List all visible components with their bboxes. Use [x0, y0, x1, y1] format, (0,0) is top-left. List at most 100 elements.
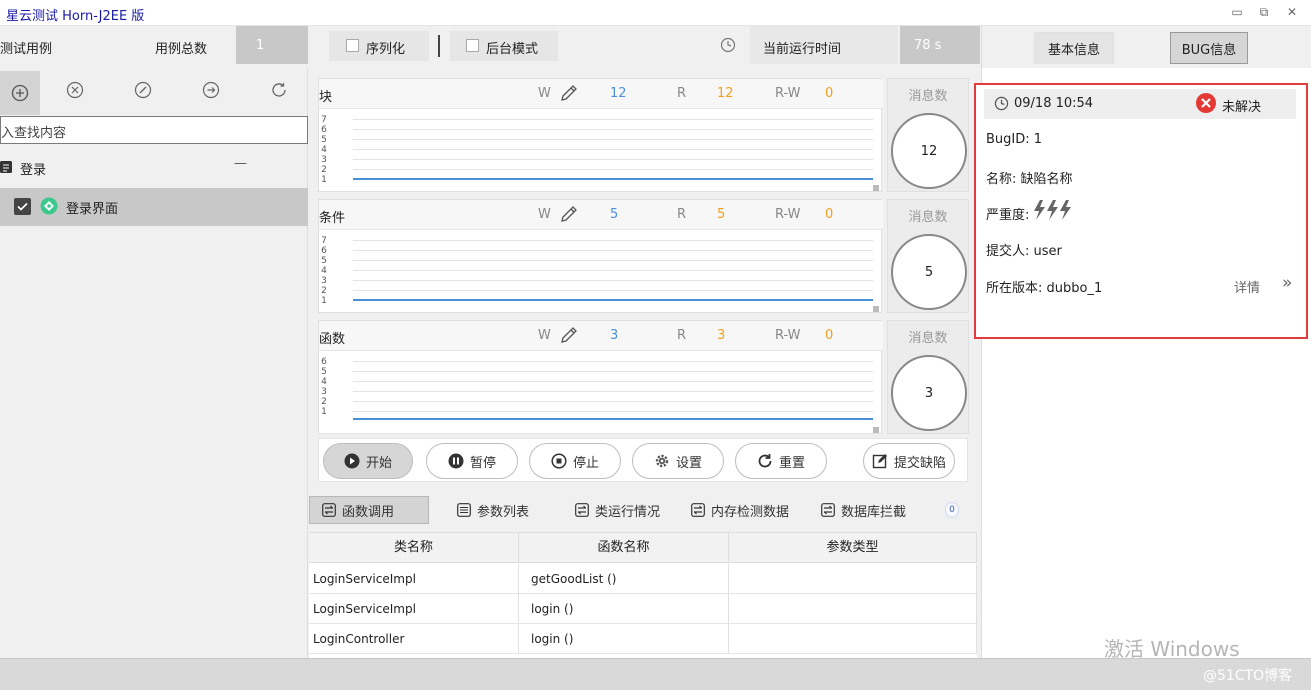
tabs-overflow-badge[interactable]: 0: [945, 502, 959, 518]
w-label: W: [538, 207, 551, 222]
clock-icon: [994, 96, 1009, 111]
gridline: [353, 270, 873, 271]
bug-severity-label: 严重度:: [986, 208, 1030, 223]
tab-parameter-list[interactable]: 参数列表: [445, 496, 541, 524]
list-icon: [0, 160, 12, 174]
case-total-value-box: 1: [236, 26, 308, 64]
serialize-label: 序列化: [366, 42, 406, 57]
table-cell[interactable]: [729, 594, 977, 624]
pause-button[interactable]: 暂停: [426, 443, 518, 479]
collapse-group-button[interactable]: —: [234, 156, 247, 171]
swap-icon: [575, 503, 589, 517]
separator: [438, 35, 440, 57]
w-value: 3: [610, 328, 619, 343]
submit-bug-button[interactable]: 提交缺陷: [863, 443, 955, 479]
gridline: [353, 280, 873, 281]
stop-button[interactable]: 停止: [529, 443, 621, 479]
bug-time: 09/18 10:54: [1014, 96, 1094, 111]
background-mode-checkbox[interactable]: [466, 39, 479, 52]
runtime-value: 78 s: [914, 38, 942, 53]
bug-submitter-label: 提交人:: [986, 244, 1030, 259]
rw-value: 0: [825, 86, 834, 101]
tab-memory-data[interactable]: 内存检测数据: [679, 496, 801, 524]
resize-grip[interactable]: [873, 185, 879, 191]
edit-circle-icon: [134, 81, 152, 99]
tab-class-status[interactable]: 类运行情况: [563, 496, 672, 524]
column-header-param-type[interactable]: 参数类型: [729, 533, 977, 563]
table-cell[interactable]: [729, 564, 977, 594]
table-cell[interactable]: login (): [519, 594, 729, 624]
refresh-cases-button[interactable]: [259, 68, 299, 112]
bug-submitter-value: user: [1033, 244, 1062, 259]
close-button[interactable]: ✕: [1283, 4, 1301, 20]
info-pane: 基本信息 BUG信息 09/18 10:54 未解决 BugID: 1 名称: …: [974, 26, 1311, 658]
chevron-double-right-icon[interactable]: »: [1282, 273, 1292, 293]
blocks-panel: 块 W 12 R 12 R-W 0 7654321: [318, 78, 883, 192]
pencil-icon[interactable]: [559, 325, 579, 345]
search-input[interactable]: 入查找内容: [0, 116, 308, 144]
tree-group-login[interactable]: 登录: [20, 159, 46, 178]
tree-item-login-screen[interactable]: 登录界面: [0, 188, 308, 226]
resize-grip[interactable]: [873, 427, 879, 433]
bug-detail-link[interactable]: 详情: [1234, 277, 1260, 296]
table-cell[interactable]: LoginServiceImpl: [309, 594, 519, 624]
message-count-label: 消息数: [908, 89, 948, 104]
panel-title: 块: [319, 90, 333, 105]
r-value: 5: [717, 207, 726, 222]
case-total-label: 用例总数: [155, 42, 208, 57]
status-bar: @51CTO博客: [0, 658, 1311, 690]
rw-label: R-W: [775, 207, 801, 222]
tab-function-calls[interactable]: 函数调用: [309, 496, 429, 524]
r-value: 12: [717, 86, 734, 101]
start-button[interactable]: 开始: [323, 443, 413, 479]
tab-bug-info[interactable]: BUG信息: [1170, 32, 1248, 64]
add-icon: [11, 84, 29, 102]
add-case-button[interactable]: [0, 71, 40, 115]
gridline: [353, 290, 873, 291]
settings-button[interactable]: 设置: [632, 443, 724, 479]
serialize-option[interactable]: 序列化: [329, 31, 429, 61]
table-cell[interactable]: LoginController: [309, 624, 519, 654]
runtime-label: 当前运行时间: [763, 42, 842, 57]
tab-basic-info[interactable]: 基本信息: [1034, 32, 1114, 64]
table-cell[interactable]: [729, 624, 977, 654]
message-count-circle: 5: [891, 234, 967, 310]
series-line: [353, 299, 873, 301]
table-cell[interactable]: getGoodList (): [519, 564, 729, 594]
serialize-checkbox[interactable]: [346, 39, 359, 52]
functions-panel: 函数 W 3 R 3 R-W 0 654321: [318, 320, 883, 434]
rw-label: R-W: [775, 328, 801, 343]
pencil-icon[interactable]: [559, 204, 579, 224]
resize-grip[interactable]: [873, 306, 879, 312]
column-header-function[interactable]: 函数名称: [519, 533, 729, 563]
conditions-message-count: 消息数 5: [887, 199, 969, 313]
column-header-class[interactable]: 类名称: [309, 533, 519, 563]
gridline: [353, 129, 873, 130]
w-label: W: [538, 328, 551, 343]
reset-button[interactable]: 重置: [735, 443, 827, 479]
pause-icon: [448, 453, 464, 469]
background-mode-option[interactable]: 后台模式: [450, 31, 558, 61]
pencil-icon[interactable]: [559, 83, 579, 103]
bug-card[interactable]: 09/18 10:54 未解决 BugID: 1 名称: 缺陷名称 严重度: 提…: [974, 83, 1308, 339]
table-cell[interactable]: login (): [519, 624, 729, 654]
conditions-panel: 条件 W 5 R 5 R-W 0 7654321: [318, 199, 883, 313]
restore-button[interactable]: ⧉: [1255, 4, 1273, 20]
swap-icon: [821, 503, 835, 517]
message-count-circle: 12: [891, 113, 967, 189]
delete-case-button[interactable]: [55, 68, 95, 112]
checked-checkbox[interactable]: [14, 198, 31, 215]
bug-name-value: 缺陷名称: [1020, 172, 1073, 187]
table-cell[interactable]: LoginServiceImpl: [309, 564, 519, 594]
bug-version-label: 所在版本:: [986, 281, 1043, 296]
swap-icon: [691, 503, 705, 517]
minimize-button[interactable]: ▭: [1228, 4, 1246, 20]
edit-case-button[interactable]: [123, 68, 163, 112]
y-ticks: 7654321: [321, 236, 327, 306]
w-value: 12: [610, 86, 627, 101]
tab-db-intercept[interactable]: 数据库拦截: [809, 496, 918, 524]
rw-value: 0: [825, 207, 834, 222]
bug-id-label: BugID:: [986, 132, 1030, 147]
run-case-button[interactable]: [191, 68, 231, 112]
rw-label: R-W: [775, 86, 801, 101]
